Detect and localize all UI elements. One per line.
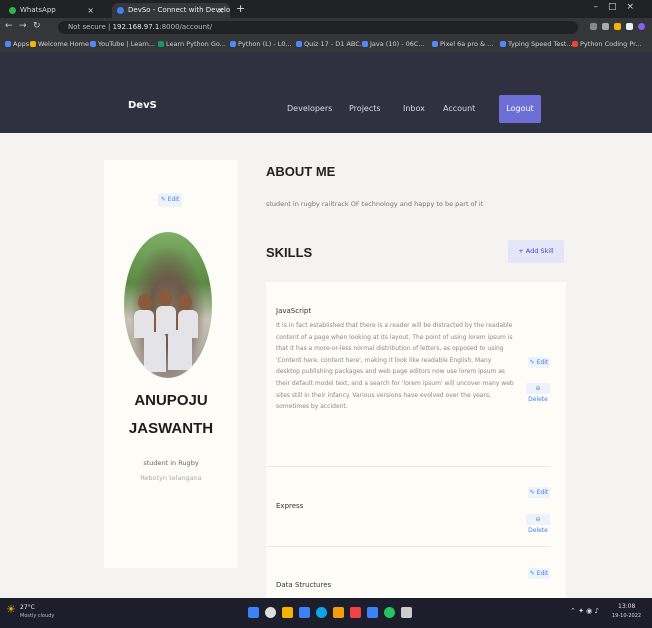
nav-account[interactable]: Account [443,104,475,113]
nav-developers[interactable]: Developers [287,104,332,113]
clock-time[interactable]: 13:08 [618,603,635,610]
taskbar-app-icon[interactable] [401,607,412,618]
nav-inbox[interactable]: Inbox [403,104,425,113]
bookmark-item[interactable]: Java (10) - 06C... [362,38,425,50]
bookmarks-bar: Apps Welcome Home YouTube | Learn... Lea… [0,36,652,53]
weather-temp[interactable]: 27°C [20,604,35,611]
taskbar-app-icon[interactable] [333,607,344,618]
profile-location: Rebotyn telangana [140,474,202,482]
bookmark-star-icon[interactable] [602,23,609,30]
window-controls[interactable]: –□× [593,2,644,12]
bookmark-item[interactable]: YouTube | Learn... [90,38,155,50]
delete-skill-button[interactable]: ⊖ Delete [526,383,550,403]
extension-icon[interactable] [614,23,621,30]
back-icon[interactable]: ← [5,21,13,31]
bookmark-item[interactable]: Python (L) - L0... [230,38,292,50]
skill-name: Express [276,502,304,510]
profile-headline: student in Rugby [143,459,199,467]
bookmark-item[interactable]: Quiz 17 - D1 ABC... [296,38,366,50]
url-host: 192.168.97.1 [112,23,160,31]
edit-skill-button[interactable]: ✎ Edit [528,487,550,498]
edge-icon[interactable] [316,607,327,618]
file-explorer-icon[interactable] [282,607,293,618]
edit-skill-button[interactable]: ✎ Edit [528,357,550,368]
tab-label: DevSo - Connect with Develop [128,6,230,14]
start-icon[interactable] [248,607,259,618]
search-icon[interactable] [265,607,276,618]
nav-projects[interactable]: Projects [349,104,381,113]
bookmark-item[interactable]: Learn Python Go... [158,38,226,50]
weather-icon[interactable]: ☀ [6,603,16,616]
devso-favicon-icon [117,7,124,14]
chrome-icon[interactable] [384,607,395,618]
skill-name: Data Structures [276,581,332,589]
tab-devso[interactable]: DevSo - Connect with Develop × [112,3,230,18]
edit-skill-button[interactable]: ✎ Edit [528,568,550,579]
skill-description: It is in fact established that there is … [276,322,514,411]
app-navbar [0,52,652,133]
bookmark-apps[interactable]: Apps [5,38,29,50]
skill-name: JavaScript [276,307,312,315]
address-bar[interactable]: Not secure | 192.168.97.1:8000/account/ [58,21,578,34]
tab-label: WhatsApp [20,6,56,14]
forward-icon[interactable]: → [19,21,27,31]
bookmark-item[interactable]: Welcome Home [30,38,89,50]
profile-last-name: JASWANTH [128,420,214,437]
add-skill-button[interactable]: + Add Skill [508,240,564,263]
extensions-puzzle-icon[interactable] [626,23,633,30]
system-tray-icons[interactable]: ⌃ ✦ ◉ ♪ [570,607,599,615]
profile-first-name: ANUPOJU [134,392,208,409]
taskbar-app-icon[interactable] [350,607,361,618]
skills-heading: SKILLS [266,245,313,260]
taskbar-app-icon[interactable] [299,607,310,618]
bookmark-item[interactable]: Python Coding Pr... [572,38,641,50]
logout-button[interactable]: Logout [499,95,541,123]
profile-avatar-icon[interactable] [638,23,645,30]
browser-tab-strip: WhatsApp × DevSo - Connect with Develop … [0,0,652,18]
bookmark-item[interactable]: Typing Speed Test... [500,38,573,50]
new-tab-icon[interactable]: + [236,2,245,15]
about-me-heading: ABOUT ME [266,164,336,179]
about-me-text: student in rugby railtrack OF technology… [266,200,484,208]
reload-icon[interactable]: ↻ [33,21,41,31]
share-icon[interactable] [590,23,597,30]
close-tab-icon[interactable]: × [87,3,94,18]
devsearch-logo[interactable]: DevS [128,100,157,116]
avatar [124,232,212,378]
whatsapp-icon [9,7,16,14]
weather-desc: Mostly cloudy [20,613,55,619]
skill-item [266,466,550,547]
tab-whatsapp[interactable]: WhatsApp × [4,3,100,18]
browser-toolbar: ← → ↻ Not secure | 192.168.97.1:8000/acc… [0,18,652,36]
url-path: :8000/account/ [159,23,213,31]
close-tab-icon[interactable]: × [217,3,224,18]
bookmark-item[interactable]: Pixel 6a pro & ... [432,38,493,50]
windows-taskbar: ☀ 27°C Mostly cloudy ⌃ ✦ ◉ ♪ 13:08 19-10… [0,598,652,628]
delete-skill-button[interactable]: ⊖ Delete [526,514,550,534]
vscode-icon[interactable] [367,607,378,618]
edit-profile-button[interactable]: ✎ Edit [158,193,182,207]
security-indicator[interactable]: Not secure [68,23,106,31]
clock-date[interactable]: 19-10-2022 [612,613,641,619]
